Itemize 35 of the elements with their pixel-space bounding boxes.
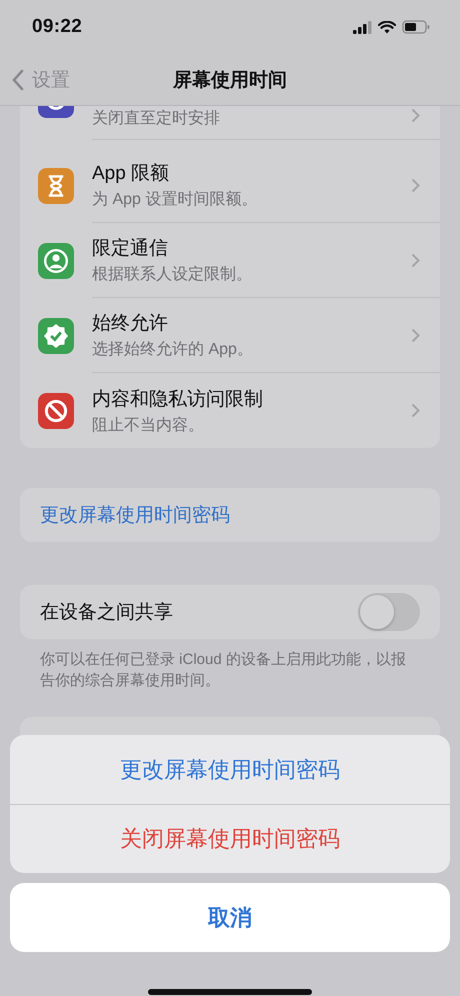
feature-title: 限定通信 xyxy=(92,237,169,261)
chevron-icon xyxy=(411,403,420,418)
no-entry-icon xyxy=(38,392,74,428)
feature-subtitle: 关闭直至定时安排 xyxy=(92,108,221,129)
wifi-icon xyxy=(378,20,396,34)
feature-subtitle: 选择始终允许的 App。 xyxy=(92,340,254,360)
change-passcode-link[interactable]: 更改屏幕使用时间密码 xyxy=(20,488,440,542)
battery-icon xyxy=(402,20,430,34)
share-toggle[interactable] xyxy=(358,593,420,631)
feature-row[interactable]: 关闭直至定时安排 xyxy=(20,104,440,148)
check-badge-icon xyxy=(38,318,74,354)
feature-title: 始终允许 xyxy=(92,312,169,336)
feature-subtitle: 阻止不当内容。 xyxy=(92,416,205,436)
sheet-action-button[interactable]: 关闭屏幕使用时间密码 xyxy=(10,804,450,873)
chevron-icon xyxy=(411,328,420,342)
feature-row[interactable]: App 限额 为 App 设置时间限额。 xyxy=(20,148,440,223)
page-title: 屏幕使用时间 xyxy=(173,68,287,92)
share-footnote: 你可以在任何已登录 iCloud 的设备上启用此功能，以报告你的综合屏幕使用时间。 xyxy=(39,650,407,691)
sheet-action-button[interactable]: 更改屏幕使用时间密码 xyxy=(10,735,450,804)
hourglass-icon xyxy=(38,168,74,204)
cancel-button[interactable]: 取消 xyxy=(10,883,450,952)
feature-row[interactable]: 始终允许 选择始终允许的 App。 xyxy=(20,298,440,373)
feature-row[interactable]: 限定通信 根据联系人设定限制。 xyxy=(20,223,440,298)
chevron-icon xyxy=(411,178,420,192)
chevron-icon xyxy=(411,108,420,123)
feature-title: 内容和隐私访问限制 xyxy=(92,388,264,412)
status-time: 09:22 xyxy=(32,16,82,38)
back-chevron-icon xyxy=(12,68,24,90)
share-label: 在设备之间共享 xyxy=(40,601,173,625)
feature-subtitle: 根据联系人设定限制。 xyxy=(92,264,253,285)
feature-title: App 限额 xyxy=(92,162,170,186)
chevron-icon xyxy=(411,252,420,268)
feature-subtitle: 为 App 设置时间限额。 xyxy=(92,190,258,210)
feature-row[interactable]: 内容和隐私访问限制 阻止不当内容。 xyxy=(20,373,440,448)
signal-icon xyxy=(353,20,372,34)
